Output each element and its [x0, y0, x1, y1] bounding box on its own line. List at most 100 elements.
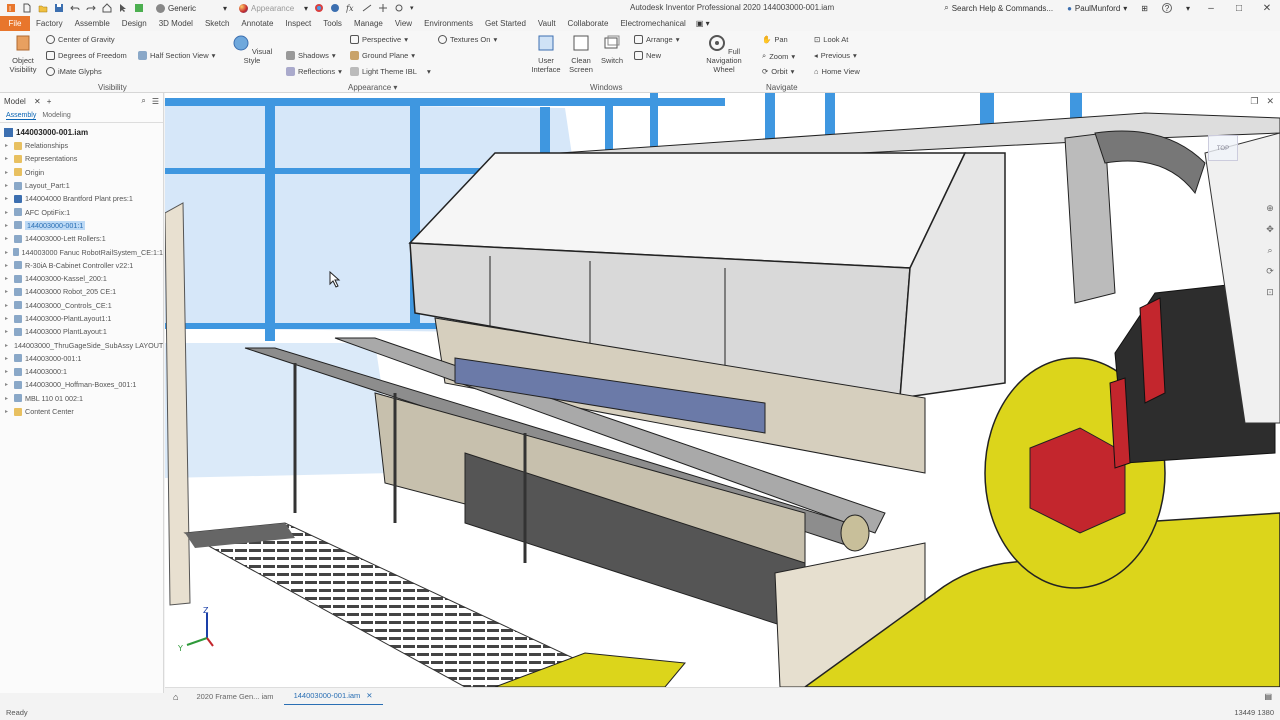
tab-environments[interactable]: Environments: [418, 19, 479, 28]
close-icon[interactable]: ✕: [366, 691, 372, 700]
constraint-icon[interactable]: [394, 3, 404, 13]
expand-arrow-icon[interactable]: ▸: [5, 262, 11, 269]
new-file-icon[interactable]: [22, 3, 32, 13]
imate-glyphs-button[interactable]: iMate Glyphs: [46, 67, 102, 76]
tab-inspect[interactable]: Inspect: [279, 19, 317, 28]
viewcube[interactable]: TOP: [1208, 135, 1238, 161]
tree-item[interactable]: ▸ 144004000 Brantford Plant pres:1: [0, 192, 163, 205]
maximize-icon[interactable]: □: [1232, 3, 1246, 14]
cart-icon[interactable]: ⊞: [1141, 4, 1148, 13]
restore-icon[interactable]: ❐: [1250, 96, 1258, 107]
add-icon[interactable]: +: [47, 97, 52, 106]
tree-item[interactable]: ▸ 144003000_ThruGageSide_SubAssy LAYOUT: [0, 338, 163, 351]
orbit-button[interactable]: ⟳ Orbit ▾: [762, 67, 794, 76]
visual-style-button[interactable]: Visual Style: [230, 34, 274, 65]
look-at-icon[interactable]: ⊡: [1266, 287, 1274, 298]
clear-appearance-icon[interactable]: [330, 3, 340, 13]
degrees-of-freedom-button[interactable]: Degrees of Freedom: [46, 51, 127, 60]
graphics-window[interactable]: Z Y ❐ ✕ TOP ⊕ ✥ ⌕ ⟳ ⊡: [165, 93, 1280, 687]
select-icon[interactable]: [118, 3, 128, 13]
shadows-button[interactable]: Shadows ▾: [286, 51, 336, 60]
save-icon[interactable]: [54, 3, 64, 13]
tab-electromechanical[interactable]: Electromechanical: [614, 19, 691, 28]
tab-annotate[interactable]: Annotate: [235, 19, 279, 28]
appearance-group-label[interactable]: Appearance ▾: [348, 83, 397, 92]
appearance-combo[interactable]: Generic ▾: [156, 3, 227, 13]
help-icon[interactable]: ?: [1161, 3, 1172, 13]
tab-view[interactable]: View: [389, 19, 418, 28]
search-help[interactable]: ⌕ Search Help & Commands...: [944, 3, 1053, 13]
pan-button[interactable]: ✋ Pan: [762, 35, 788, 44]
expand-arrow-icon[interactable]: ▸: [5, 368, 11, 375]
tree-item[interactable]: ▸ 144003000 Robot_205 CE:1: [0, 285, 163, 298]
undo-icon[interactable]: [70, 3, 80, 13]
expand-arrow-icon[interactable]: ▸: [5, 355, 11, 362]
zoom-icon[interactable]: ⌕: [1267, 245, 1272, 256]
expand-arrow-icon[interactable]: ▸: [5, 302, 11, 309]
reflections-button[interactable]: Reflections ▾: [286, 67, 342, 76]
expand-arrow-icon[interactable]: ▸: [5, 408, 11, 415]
tab-modeling[interactable]: Modeling: [42, 112, 70, 119]
tree-item[interactable]: ▸ 144003000 Fanuc RobotRailSystem_CE:1:1: [0, 245, 163, 258]
model-browser-title[interactable]: Model: [4, 97, 28, 106]
search-icon[interactable]: ⌕: [141, 96, 145, 106]
switch-button[interactable]: Switch: [598, 34, 626, 65]
pan-icon[interactable]: ✥: [1266, 224, 1274, 235]
expand-arrow-icon[interactable]: ▸: [5, 288, 11, 295]
tree-item[interactable]: ▸ 144003000-Kassel_200:1: [0, 272, 163, 285]
tab-3d-model[interactable]: 3D Model: [153, 19, 199, 28]
tab-sketch[interactable]: Sketch: [199, 19, 235, 28]
close-icon[interactable]: ✕: [1266, 96, 1274, 107]
user-menu[interactable]: ● PaulMunford ▾: [1067, 4, 1127, 13]
tree-item[interactable]: ▸ MBL 110 01 002:1: [0, 392, 163, 405]
zoom-button[interactable]: ⌕ Zoom ▾: [762, 51, 795, 61]
ground-plane-button[interactable]: Ground Plane ▾: [350, 51, 415, 60]
tree-item[interactable]: ▸ AFC OptiFix:1: [0, 205, 163, 218]
tree-item[interactable]: ▸ 144003000_Hoffman-Boxes_001:1: [0, 378, 163, 391]
expand-arrow-icon[interactable]: ▸: [5, 195, 11, 202]
doc-tab-active-assembly[interactable]: 144003000-001.iam ✕: [283, 688, 383, 706]
close-icon[interactable]: ✕: [34, 97, 41, 106]
tree-item[interactable]: ▸ 144003000-001:1: [0, 219, 163, 232]
tab-manage[interactable]: Manage: [348, 19, 389, 28]
textures-on-button[interactable]: Textures On ▾: [438, 35, 497, 44]
tree-item[interactable]: ▸ 144003000-001:1: [0, 352, 163, 365]
full-navigation-wheel-button[interactable]: Full Navigation Wheel: [696, 34, 752, 74]
expand-arrow-icon[interactable]: ▸: [5, 249, 10, 256]
tree-item[interactable]: ▸ 144003000:1: [0, 365, 163, 378]
tab-collaborate[interactable]: Collaborate: [562, 19, 615, 28]
clean-screen-button[interactable]: Clean Screen: [566, 34, 596, 74]
expand-arrow-icon[interactable]: ▸: [5, 395, 11, 402]
menu-icon[interactable]: ☰: [152, 97, 159, 106]
expand-arrow-icon[interactable]: ▸: [5, 315, 11, 322]
open-folder-icon[interactable]: [38, 3, 48, 13]
expand-arrow-icon[interactable]: ▸: [5, 142, 11, 149]
expand-arrow-icon[interactable]: ▸: [5, 182, 11, 189]
expand-arrow-icon[interactable]: ▸: [5, 209, 11, 216]
look-at-button[interactable]: ⊡ Look At: [814, 35, 848, 44]
material-combo[interactable]: Appearance ▾: [239, 3, 308, 13]
tab-tools[interactable]: Tools: [317, 19, 348, 28]
tree-item[interactable]: ▸ Layout_Part:1: [0, 179, 163, 192]
measure-icon[interactable]: [362, 3, 372, 13]
minimize-icon[interactable]: –: [1204, 3, 1218, 14]
tree-root[interactable]: 144003000-001.iam: [0, 126, 163, 139]
tree-item[interactable]: ▸ 144003000-PlantLayout1:1: [0, 312, 163, 325]
expand-arrow-icon[interactable]: ▸: [5, 222, 11, 229]
tab-assembly[interactable]: Assembly: [6, 112, 37, 120]
tree-item[interactable]: ▸ 144003000_Controls_CE:1: [0, 299, 163, 312]
object-visibility-button[interactable]: Object Visibility: [6, 34, 40, 74]
expand-arrow-icon[interactable]: ▸: [5, 275, 11, 282]
tab-factory[interactable]: Factory: [30, 19, 69, 28]
orbit-icon[interactable]: ⟳: [1266, 266, 1274, 277]
home-icon[interactable]: ⌂: [165, 692, 186, 702]
ribbon-options-icon[interactable]: ▣ ▾: [696, 19, 710, 28]
expand-arrow-icon[interactable]: ▸: [5, 342, 8, 349]
home-view-button[interactable]: ⌂ Home View: [814, 67, 860, 76]
tab-get-started[interactable]: Get Started: [479, 19, 532, 28]
arrange-button[interactable]: Arrange ▾: [634, 35, 679, 44]
new-window-button[interactable]: New: [634, 51, 661, 60]
tab-design[interactable]: Design: [116, 19, 153, 28]
parameters-icon[interactable]: fx: [346, 3, 356, 13]
expand-arrow-icon[interactable]: ▸: [5, 155, 11, 162]
